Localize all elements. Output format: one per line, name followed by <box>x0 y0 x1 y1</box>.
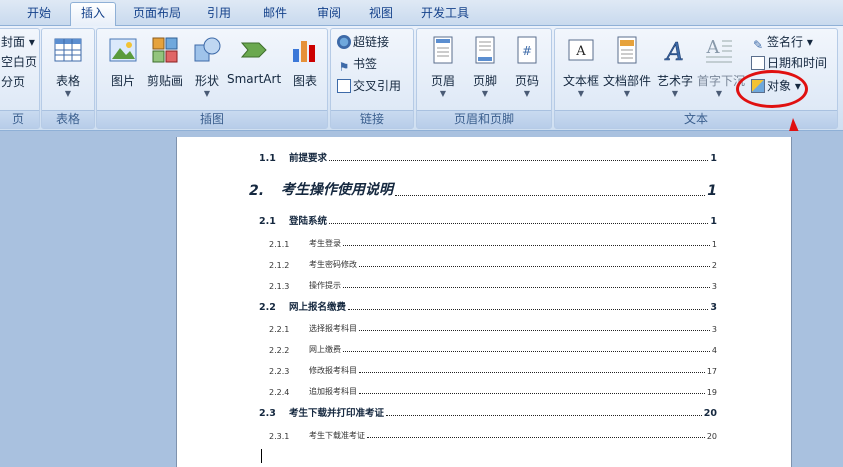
toc-leader-dots <box>343 287 710 288</box>
toc-entry-page: 3 <box>711 325 717 334</box>
toc-entry-title: 考生下载准考证 <box>309 431 365 440</box>
toc-entry-page: 1 <box>711 240 717 249</box>
toc-entry-number: 2.2.3 <box>269 367 290 376</box>
toc-entry[interactable]: 2.1.3 操作提示 3 <box>269 277 717 291</box>
toc-entry[interactable]: 2.1.2 考生密码修改 2 <box>269 256 717 270</box>
toc-entry-number: 2.3.1 <box>269 432 290 441</box>
toc-leader-dots <box>343 351 710 352</box>
toc-entry-number: 2.1 <box>259 216 276 227</box>
toc-entry-title: 登陆系统 <box>289 216 328 227</box>
toc-entry-number: 2.2.1 <box>269 325 290 334</box>
toc-entry-title: 网上缴费 <box>309 345 341 354</box>
text-cursor <box>261 449 262 463</box>
toc-entry-page: 4 <box>711 346 717 355</box>
toc-entry-page: 1 <box>710 153 717 164</box>
toc-entry-number: 2.3 <box>259 408 276 419</box>
toc-entry-title: 追加报考科目 <box>309 387 357 396</box>
toc-entry[interactable]: 2.1 登陆系统 1 <box>259 213 717 227</box>
toc-entry-page: 20 <box>703 408 717 419</box>
toc-entry-title: 修改报考科目 <box>309 366 357 375</box>
toc-entry-number: 2.2.2 <box>269 346 290 355</box>
toc-entry[interactable]: 2.2.1 选择报考科目 3 <box>269 320 717 334</box>
toc-entry-title: 前提要求 <box>289 153 328 164</box>
toc-entry-title: 考生操作使用说明 <box>281 182 393 198</box>
toc-entry[interactable]: 2. 考生操作使用说明 1 <box>249 181 717 199</box>
toc-entry-number: 1.1 <box>259 153 276 164</box>
toc-entry-number: 2.2.4 <box>269 388 290 397</box>
toc-entry-page: 1 <box>710 216 717 227</box>
toc-leader-dots <box>329 223 709 224</box>
toc-entry[interactable]: 1.1 前提要求 1 <box>259 150 717 164</box>
toc-leader-dots <box>348 309 709 310</box>
toc-entry-page: 1 <box>707 183 717 199</box>
toc-leader-dots <box>359 330 710 331</box>
toc-leader-dots <box>359 372 705 373</box>
toc-entry-title: 考生下载并打印准考证 <box>289 408 385 419</box>
toc-entry-title: 网上报名缴费 <box>289 302 347 313</box>
toc-entry[interactable]: 2.3.1 考生下载准考证 20 <box>269 427 717 441</box>
toc-entry[interactable]: 2.2 网上报名缴费 3 <box>259 299 717 313</box>
toc-entry-title: 操作提示 <box>309 281 341 290</box>
toc-entry[interactable]: 2.2.3 修改报考科目 17 <box>269 362 717 376</box>
toc-entry[interactable]: 2.2.2 网上缴费 4 <box>269 341 717 355</box>
toc-entry-title: 考生登录 <box>309 239 341 248</box>
toc-leader-dots <box>386 415 702 416</box>
toc-entry-title: 选择报考科目 <box>309 324 357 333</box>
toc-entry-number: 2.1.2 <box>269 261 290 270</box>
toc-leader-dots <box>359 393 705 394</box>
toc-leader-dots <box>343 245 710 246</box>
toc-leader-dots <box>359 266 710 267</box>
toc-entry-number: 2. <box>249 183 265 199</box>
document-area: 1.1 前提要求 1 2. 考生操作使用说明 1 2.1 登陆系统 1 2.1.1 考生登录 1 2.1… <box>0 131 843 467</box>
toc-leader-dots <box>367 437 705 438</box>
toc-entry-page: 20 <box>706 432 717 441</box>
toc-entry[interactable]: 2.3 考生下载并打印准考证 20 <box>259 405 717 419</box>
toc-entry-page: 3 <box>710 302 717 313</box>
toc-entry-page: 17 <box>706 367 717 376</box>
toc-leader-dots <box>329 160 709 161</box>
toc-entry-page: 19 <box>706 388 717 397</box>
toc-entry-number: 2.2 <box>259 302 276 313</box>
toc-leader-dots <box>395 195 706 196</box>
toc-entry[interactable]: 2.1.1 考生登录 1 <box>269 235 717 249</box>
toc-entry-page: 3 <box>711 282 717 291</box>
toc-entry-page: 2 <box>711 261 717 270</box>
toc-entry-number: 2.1.1 <box>269 240 290 249</box>
toc-entry-title: 考生密码修改 <box>309 260 357 269</box>
toc-entry-number: 2.1.3 <box>269 282 290 291</box>
document-page[interactable]: 1.1 前提要求 1 2. 考生操作使用说明 1 2.1 登陆系统 1 2.1.1 考生登录 1 2.1… <box>176 137 792 467</box>
toc-entry[interactable]: 2.2.4 追加报考科目 19 <box>269 383 717 397</box>
